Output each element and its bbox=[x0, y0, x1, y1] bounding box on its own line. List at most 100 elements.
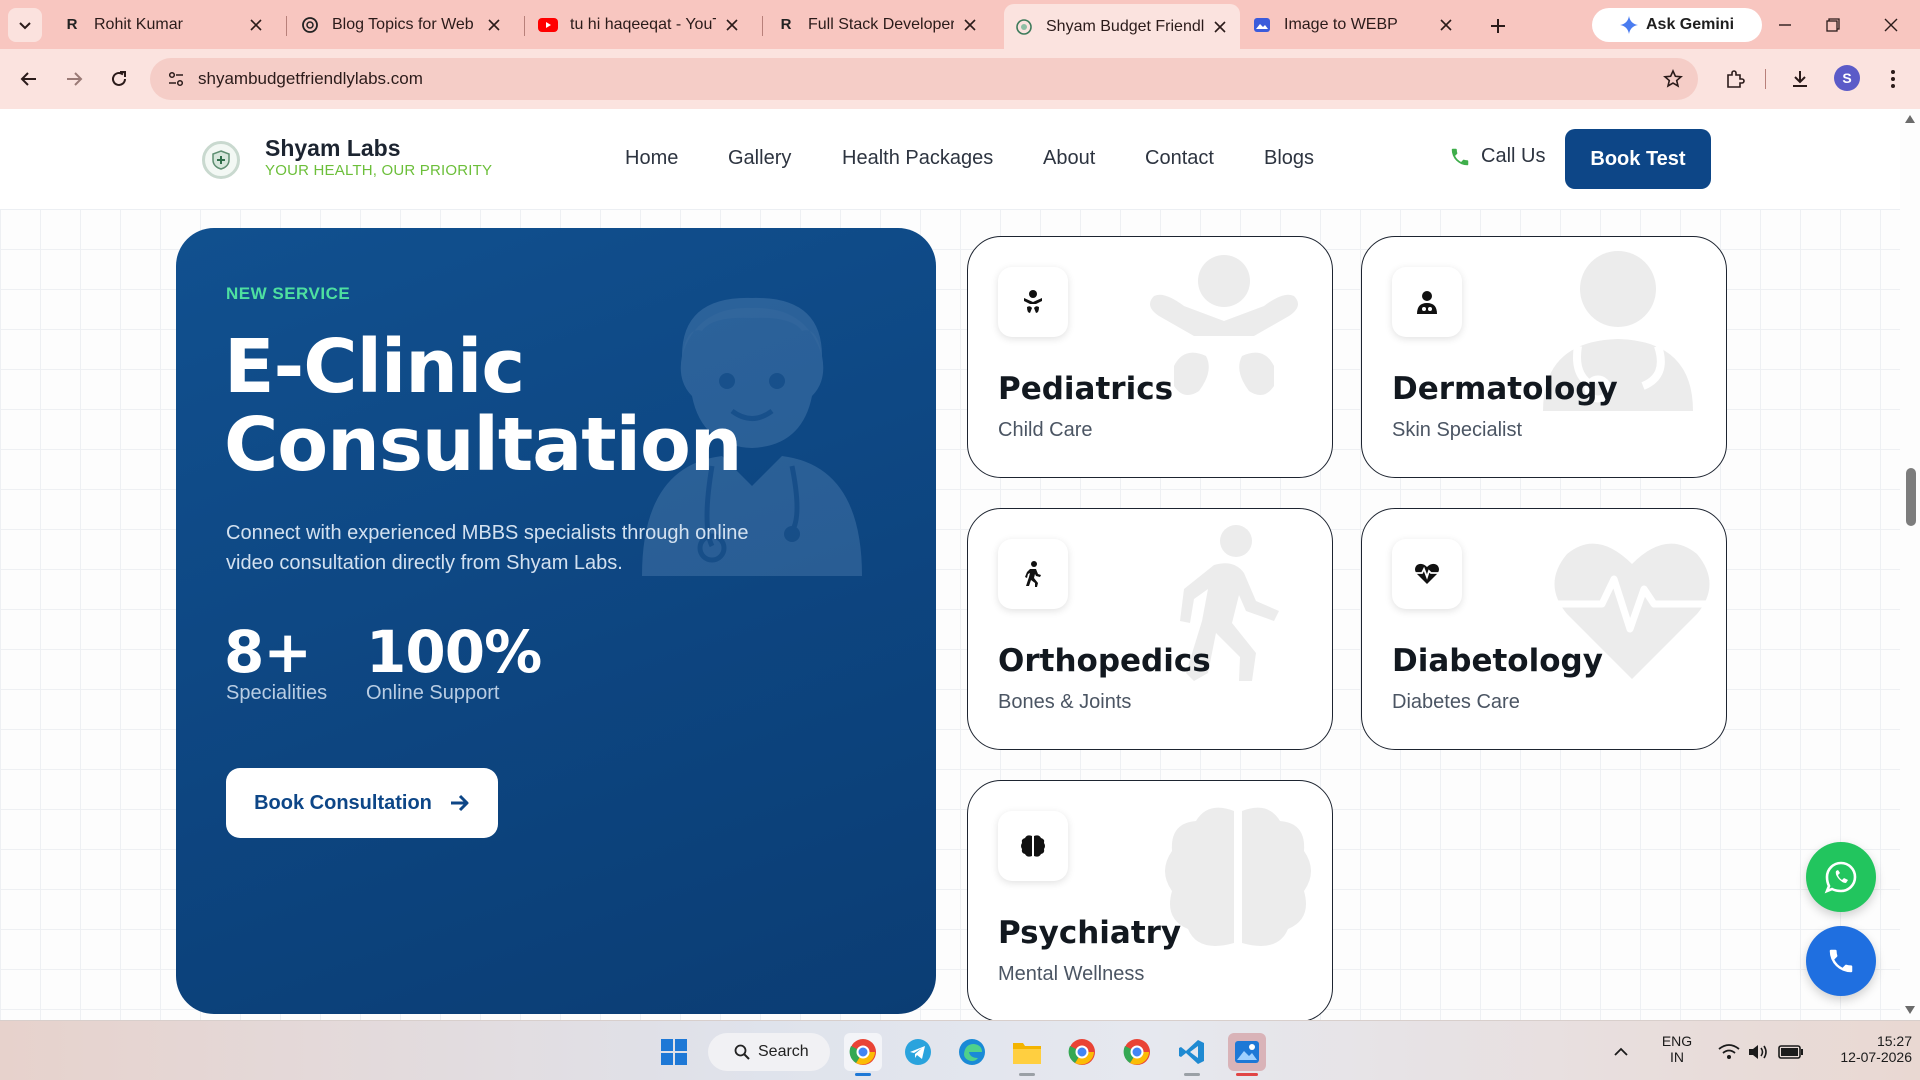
taskbar-edge[interactable] bbox=[953, 1033, 991, 1071]
restore-icon bbox=[1826, 18, 1840, 32]
language-indicator[interactable]: ENG IN bbox=[1660, 1033, 1694, 1065]
pediatrics-icon-tile bbox=[998, 267, 1068, 337]
arrow-right-icon bbox=[450, 794, 469, 812]
page-scrollbar[interactable] bbox=[1900, 109, 1920, 1020]
back-button[interactable] bbox=[14, 64, 44, 94]
stat-support-label: Online Support bbox=[366, 682, 500, 704]
site-info-icon[interactable] bbox=[166, 69, 186, 89]
call-floating-button[interactable] bbox=[1806, 926, 1876, 996]
browser-tab-active[interactable]: Shyam Budget Friendly bbox=[1004, 4, 1240, 49]
reload-button[interactable] bbox=[104, 64, 134, 94]
hero-title-line2: Consultation bbox=[224, 402, 742, 488]
taskbar-chrome-alt[interactable] bbox=[1118, 1033, 1156, 1071]
tab-title: Shyam Budget Friendly bbox=[1046, 17, 1204, 35]
restore-button[interactable] bbox=[1820, 12, 1846, 38]
browser-tab[interactable]: Image to WEBP bbox=[1242, 6, 1466, 43]
browser-tab[interactable]: R Rohit Kumar bbox=[52, 6, 276, 43]
browser-tab[interactable]: Blog Topics for Web D bbox=[290, 6, 514, 43]
nav-gallery[interactable]: Gallery bbox=[728, 147, 791, 170]
speciality-card-dermatology[interactable]: Dermatology Skin Specialist bbox=[1361, 236, 1727, 478]
tab-title: Rohit Kumar bbox=[94, 15, 183, 33]
scrollbar-thumb[interactable] bbox=[1906, 468, 1916, 526]
e-clinic-hero-card: NEW SERVICE E-Clinic Consultation Connec… bbox=[176, 228, 936, 1014]
close-tab-icon[interactable] bbox=[484, 15, 504, 35]
close-tab-icon[interactable] bbox=[722, 15, 742, 35]
taskbar-chrome-profile[interactable] bbox=[844, 1033, 882, 1071]
forward-button[interactable] bbox=[59, 64, 89, 94]
folder-icon bbox=[1013, 1043, 1041, 1064]
call-us-link[interactable]: Call Us bbox=[1449, 145, 1545, 168]
nav-contact[interactable]: Contact bbox=[1145, 147, 1214, 170]
taskbar-image-app[interactable] bbox=[1228, 1033, 1266, 1071]
hero-title: E-Clinic Consultation bbox=[224, 328, 742, 484]
chrome-icon bbox=[1068, 1039, 1095, 1065]
vscode-icon bbox=[1179, 1040, 1204, 1064]
puzzle-icon bbox=[1727, 70, 1745, 88]
language-line2: IN bbox=[1670, 1049, 1684, 1065]
globe-icon bbox=[1014, 17, 1034, 37]
address-bar[interactable]: shyambudgetfriendlylabs.com bbox=[150, 58, 1698, 100]
phone-icon bbox=[1829, 949, 1853, 973]
taskbar-vscode[interactable] bbox=[1173, 1033, 1211, 1071]
tray-overflow-button[interactable] bbox=[1608, 1033, 1634, 1071]
site-logo[interactable] bbox=[202, 141, 240, 179]
speciality-title: Psychiatry bbox=[998, 915, 1182, 951]
url-text[interactable]: shyambudgetfriendlylabs.com bbox=[198, 69, 423, 89]
nav-blogs[interactable]: Blogs bbox=[1264, 147, 1314, 170]
clock[interactable]: 15:27 12-07-2026 bbox=[1812, 1033, 1912, 1065]
close-tab-icon[interactable] bbox=[1436, 15, 1456, 35]
tab-search-button[interactable] bbox=[8, 8, 42, 42]
nav-health-packages[interactable]: Health Packages bbox=[842, 147, 993, 170]
doctor-icon bbox=[1417, 291, 1437, 314]
speciality-title: Orthopedics bbox=[998, 643, 1211, 679]
chevron-up-icon bbox=[1614, 1047, 1628, 1056]
speciality-card-pediatrics[interactable]: Pediatrics Child Care bbox=[967, 236, 1333, 478]
tab-title: tu hi haqeeqat - YouTu bbox=[570, 15, 716, 33]
taskbar-chrome[interactable] bbox=[1063, 1033, 1101, 1071]
speciality-card-diabetology[interactable]: Diabetology Diabetes Care bbox=[1361, 508, 1727, 750]
hero-title-line1: E-Clinic bbox=[224, 324, 525, 410]
minimize-button[interactable] bbox=[1772, 12, 1798, 38]
more-vertical-icon bbox=[1891, 70, 1895, 88]
bookmark-star-icon[interactable] bbox=[1662, 68, 1684, 90]
book-consultation-button[interactable]: Book Consultation bbox=[226, 768, 498, 838]
taskbar-telegram[interactable] bbox=[899, 1033, 937, 1071]
browser-tab[interactable]: R Full Stack Developer bbox=[766, 6, 990, 43]
browser-tab[interactable]: tu hi haqeeqat - YouTu bbox=[528, 6, 752, 43]
browser-menu-button[interactable] bbox=[1878, 64, 1908, 94]
profile-avatar[interactable]: S bbox=[1834, 65, 1860, 91]
arrow-left-icon bbox=[20, 72, 36, 86]
telegram-icon bbox=[905, 1039, 931, 1065]
close-tab-icon[interactable] bbox=[960, 15, 980, 35]
close-tab-icon[interactable] bbox=[246, 15, 266, 35]
chrome-icon bbox=[849, 1039, 876, 1065]
taskbar-search[interactable]: Search bbox=[708, 1033, 830, 1071]
new-tab-button[interactable] bbox=[1484, 12, 1512, 40]
baby-icon bbox=[1024, 290, 1042, 313]
scroll-down-icon[interactable] bbox=[1902, 1004, 1918, 1016]
call-us-label: Call Us bbox=[1481, 145, 1546, 167]
clock-time: 15:27 bbox=[1876, 1033, 1912, 1049]
rk-icon: R bbox=[66, 16, 78, 33]
nav-about[interactable]: About bbox=[1043, 147, 1095, 170]
downloads-button[interactable] bbox=[1785, 64, 1815, 94]
arrow-right-icon bbox=[67, 72, 83, 86]
whatsapp-icon bbox=[1824, 861, 1857, 894]
speciality-card-orthopedics[interactable]: Orthopedics Bones & Joints bbox=[967, 508, 1333, 750]
ask-gemini-button[interactable]: Ask Gemini bbox=[1592, 8, 1762, 42]
extensions-button[interactable] bbox=[1720, 64, 1750, 94]
tray-status-icons[interactable] bbox=[1706, 1033, 1816, 1071]
hero-description: Connect with experienced MBBS specialist… bbox=[226, 522, 749, 574]
start-button[interactable] bbox=[655, 1033, 693, 1071]
brand-name[interactable]: Shyam Labs bbox=[265, 135, 401, 162]
taskbar-file-explorer[interactable] bbox=[1008, 1033, 1046, 1071]
scroll-up-icon[interactable] bbox=[1902, 113, 1918, 125]
page-viewport: Shyam Labs YOUR HEALTH, OUR PRIORITY Hom… bbox=[0, 109, 1920, 1020]
whatsapp-button[interactable] bbox=[1806, 842, 1876, 912]
book-test-button[interactable]: Book Test bbox=[1565, 129, 1711, 189]
plus-icon bbox=[1491, 19, 1505, 33]
nav-home[interactable]: Home bbox=[625, 147, 678, 170]
close-tab-icon[interactable] bbox=[1210, 17, 1230, 37]
speciality-card-psychiatry[interactable]: Psychiatry Mental Wellness bbox=[967, 780, 1333, 1020]
close-window-button[interactable] bbox=[1878, 12, 1904, 38]
